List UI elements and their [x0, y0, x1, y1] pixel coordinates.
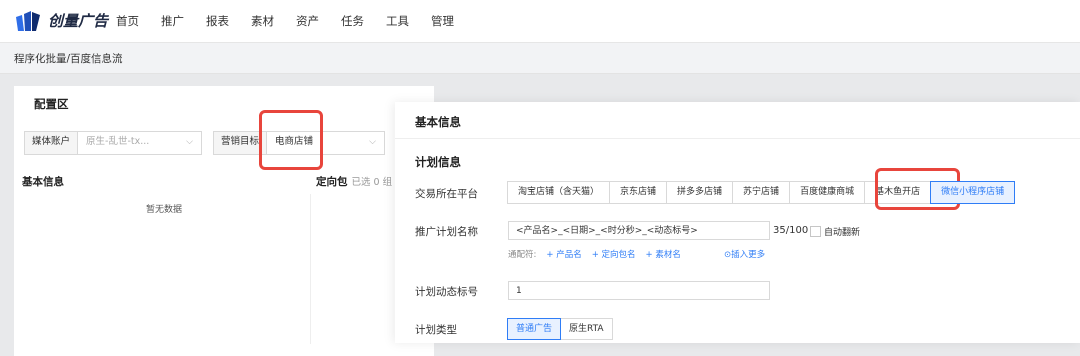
- platform-option-baidu-health[interactable]: 百度健康商城: [789, 181, 866, 204]
- chevron-down-icon: ⌵: [369, 137, 376, 147]
- platform-label: 交易所在平台: [415, 188, 478, 200]
- media-account-select[interactable]: 媒体账户 原生-乱世-tx... ⌵: [24, 131, 202, 155]
- platform-option-suning[interactable]: 苏宁店铺: [732, 181, 791, 204]
- config-panel: 配置区: [14, 86, 434, 356]
- plan-type-label: 计划类型: [415, 324, 457, 336]
- nav-item-home[interactable]: 首页: [116, 0, 139, 42]
- config-title: 配置区: [34, 97, 69, 111]
- empty-state: 暂无数据: [146, 205, 183, 215]
- platform-option-taobao[interactable]: 淘宝店铺（含天猫）: [507, 181, 611, 204]
- nav-item-tasks[interactable]: 任务: [341, 0, 364, 42]
- chevron-down-icon: ⌵: [186, 137, 193, 147]
- wildcard-row: 通配符: + 产品名 + 定向包名 + 素材名: [508, 248, 681, 260]
- brand-logo[interactable]: 创量广告: [16, 10, 108, 31]
- plan-type-normal[interactable]: 普通广告: [507, 318, 562, 340]
- basic-info-drawer: 基本信息 计划信息 交易所在平台 淘宝店铺（含天猫） 京东店铺 拼多多店铺 苏宁…: [395, 102, 1080, 343]
- nav-item-materials[interactable]: 素材: [251, 0, 274, 42]
- targeting-selected-count: 已选 0 组: [351, 177, 393, 188]
- wildcard-material-name[interactable]: + 素材名: [646, 248, 681, 260]
- platform-option-wechat-miniprogram[interactable]: 微信小程序店铺: [930, 181, 1016, 204]
- auto-renew-checkbox[interactable]: [810, 226, 821, 237]
- divider: [310, 194, 311, 344]
- dynamic-number-label: 计划动态标号: [415, 286, 478, 298]
- insert-more-link[interactable]: ⊙插入更多: [724, 248, 765, 260]
- wildcard-targeting-name[interactable]: + 定向包名: [592, 248, 636, 260]
- logo-icon: [16, 10, 40, 31]
- targeting-heading: 定向包 已选 0 组: [316, 174, 392, 189]
- auto-renew-label: 自动翻新: [824, 228, 861, 238]
- dynamic-number-input[interactable]: 1: [508, 281, 770, 300]
- main-nav: 首页 推广 报表 素材 资产 任务 工具 管理: [116, 0, 476, 42]
- nav-item-assets[interactable]: 资产: [296, 0, 319, 42]
- drawer-header: 基本信息: [395, 102, 1080, 139]
- breadcrumb: 程序化批量/百度信息流: [14, 53, 123, 65]
- wildcard-product-name[interactable]: + 产品名: [546, 248, 581, 260]
- basic-info-heading: 基本信息: [22, 176, 64, 188]
- wildcard-label: 通配符:: [508, 250, 537, 260]
- nav-item-promotion[interactable]: 推广: [161, 0, 184, 42]
- nav-item-reports[interactable]: 报表: [206, 0, 229, 42]
- plan-name-input[interactable]: <产品名>_<日期>_<时分秒>_<动态标号>: [508, 221, 770, 240]
- plan-name-char-counter: 35/100: [773, 225, 809, 236]
- platform-segmented-control: 淘宝店铺（含天猫） 京东店铺 拼多多店铺 苏宁店铺 百度健康商城 基木鱼开店 微…: [507, 181, 1016, 204]
- plan-type-segmented-control: 普通广告 原生RTA: [507, 318, 613, 340]
- section-plan-info: 计划信息: [415, 155, 461, 169]
- platform-option-pdd[interactable]: 拼多多店铺: [666, 181, 734, 204]
- media-account-value: 原生-乱世-tx...: [86, 136, 150, 147]
- drawer-title: 基本信息: [415, 115, 461, 129]
- targeting-label: 定向包: [316, 176, 348, 188]
- plan-type-native-rta[interactable]: 原生RTA: [560, 318, 613, 340]
- highlight-box-marketing-goal: [259, 110, 323, 170]
- plan-name-label: 推广计划名称: [415, 226, 478, 238]
- brand-name: 创量广告: [48, 12, 109, 30]
- nav-item-tools[interactable]: 工具: [386, 0, 409, 42]
- platform-option-jd[interactable]: 京东店铺: [609, 181, 668, 204]
- breadcrumb-bar: 程序化批量/百度信息流: [0, 43, 1080, 74]
- nav-item-manage[interactable]: 管理: [431, 0, 454, 42]
- media-account-label: 媒体账户: [25, 132, 79, 154]
- top-navbar: 创量广告 首页 推广 报表 素材 资产 任务 工具 管理: [0, 0, 1080, 43]
